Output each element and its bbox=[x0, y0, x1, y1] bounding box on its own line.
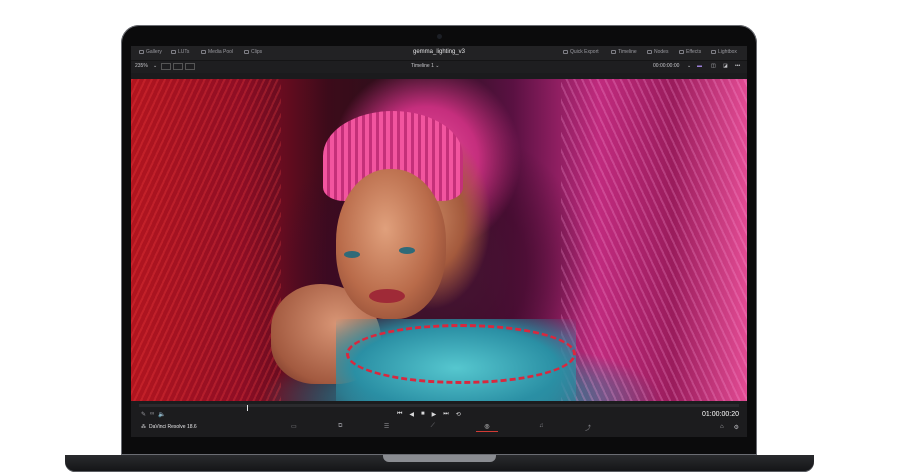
video-viewer[interactable] bbox=[131, 79, 747, 401]
pink-fur-texture bbox=[561, 79, 747, 401]
nav-timeline[interactable]: Timeline bbox=[611, 49, 637, 55]
fairlight-page-icon[interactable]: ♫ bbox=[539, 423, 544, 432]
viewer-toolbar: 235% ⌄ Timeline 1 ⌄ 00:00:00:00 ⌄ ▬ ◫ ◪ … bbox=[131, 61, 747, 73]
play-button[interactable]: ▶ bbox=[432, 411, 437, 418]
playhead[interactable] bbox=[247, 405, 248, 411]
timeline-name: Timeline 1 bbox=[411, 63, 434, 69]
transport-bar: ✎ ∞ 🔈 ⏮ ◀ ■ ▶ ⏭ ⟲ 01:00:00:20 ⁂ DaVinci … bbox=[131, 401, 747, 437]
fusion-page-icon[interactable]: ⟋ bbox=[431, 423, 435, 432]
nav-quick-export[interactable]: Quick Export bbox=[563, 49, 599, 55]
link-icon[interactable]: ∞ bbox=[150, 411, 154, 418]
chevron-down-icon[interactable]: ⌄ bbox=[687, 63, 691, 69]
nav-lightbox[interactable]: Lightbox bbox=[711, 49, 737, 55]
reverse-button[interactable]: ◀ bbox=[409, 411, 414, 418]
davinci-logo-icon: ⁂ bbox=[141, 424, 146, 430]
nav-effects[interactable]: Effects bbox=[679, 49, 701, 55]
lightbox-icon bbox=[711, 50, 716, 54]
go-to-start-button[interactable]: ⏮ bbox=[397, 411, 402, 418]
stop-button[interactable]: ■ bbox=[421, 411, 425, 418]
brand-label: ⁂ DaVinci Resolve 18.6 bbox=[141, 424, 197, 430]
quick-export-icon bbox=[563, 50, 568, 54]
timeline-icon bbox=[611, 50, 616, 54]
left-eye bbox=[344, 251, 360, 258]
pen-icon[interactable]: ✎ bbox=[141, 411, 146, 418]
more-options-icon[interactable]: ••• bbox=[735, 63, 740, 69]
chevron-down-icon[interactable]: ⌄ bbox=[153, 63, 157, 69]
wipe-icon[interactable] bbox=[185, 63, 195, 70]
source-timecode: 00:00:00:00 bbox=[653, 63, 680, 69]
home-icon[interactable]: ⌂ bbox=[720, 424, 724, 431]
settings-gear-icon[interactable]: ⚙ bbox=[734, 424, 739, 431]
page-switcher: ▭ ⧉ ☰ ⟋ ◎ ♫ ⤴ bbox=[291, 423, 591, 432]
camera-icon bbox=[437, 34, 442, 39]
view-mode-icon[interactable] bbox=[161, 63, 171, 70]
laptop-notch bbox=[383, 455, 496, 462]
volume-icon[interactable]: 🔈 bbox=[158, 411, 165, 418]
timeline-scrubber[interactable] bbox=[139, 404, 739, 411]
brand-text: DaVinci Resolve 18.6 bbox=[149, 424, 197, 430]
right-eye bbox=[399, 247, 415, 254]
nodes-icon bbox=[647, 50, 652, 54]
color-page-icon[interactable]: ◎ bbox=[476, 423, 498, 432]
highlight-icon[interactable]: ▬ bbox=[697, 63, 702, 69]
cut-page-icon[interactable]: ⧉ bbox=[338, 423, 342, 432]
effects-icon bbox=[679, 50, 684, 54]
deliver-page-icon[interactable]: ⤴ bbox=[585, 423, 591, 432]
lips bbox=[369, 289, 405, 303]
red-chain-necklace bbox=[346, 324, 576, 384]
zoom-dropdown[interactable]: 235% bbox=[135, 63, 148, 69]
split-view-icon[interactable] bbox=[173, 63, 183, 70]
edit-page-icon[interactable]: ☰ bbox=[384, 423, 389, 432]
nav-nodes[interactable]: Nodes bbox=[647, 49, 668, 55]
red-fur-texture bbox=[131, 79, 281, 401]
footer-right-buttons: ⌂ ⚙ bbox=[720, 424, 739, 431]
go-to-end-button[interactable]: ⏭ bbox=[443, 411, 448, 418]
audio-controls: ✎ ∞ 🔈 bbox=[141, 411, 166, 418]
resolve-window: Gallery LUTs Media Pool Clips gemma_ligh… bbox=[131, 46, 747, 437]
top-nav-bar: Gallery LUTs Media Pool Clips gemma_ligh… bbox=[131, 46, 747, 61]
media-page-icon[interactable]: ▭ bbox=[291, 423, 297, 432]
comment-icon[interactable]: ◫ bbox=[711, 63, 716, 69]
playback-controls: ⏮ ◀ ■ ▶ ⏭ ⟲ bbox=[397, 411, 461, 418]
timeline-dropdown[interactable]: Timeline 1 ⌄ bbox=[411, 63, 439, 69]
playhead-timecode: 01:00:00:20 bbox=[702, 411, 739, 418]
marker-icon[interactable]: ◪ bbox=[723, 63, 728, 69]
loop-button[interactable]: ⟲ bbox=[456, 411, 461, 418]
